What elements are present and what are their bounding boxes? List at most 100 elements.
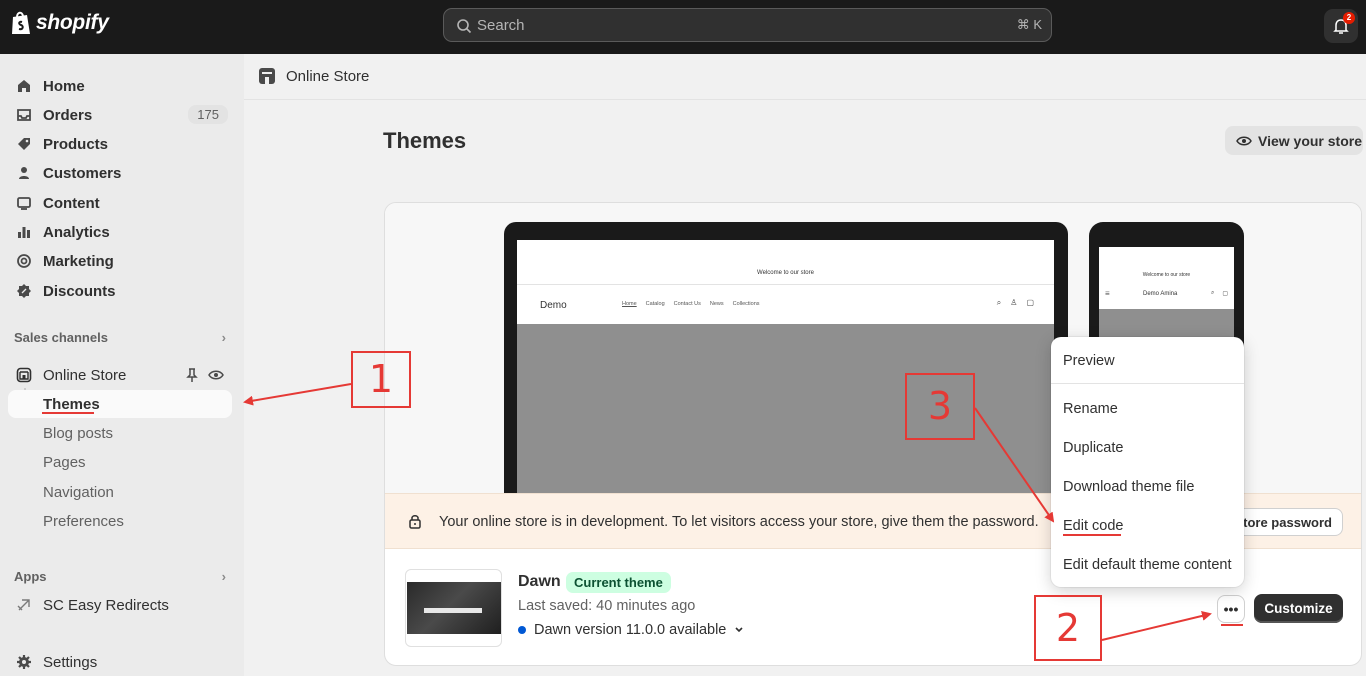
sidebar-item-label: Settings xyxy=(43,653,98,671)
phone-logo: Demo Amina xyxy=(1143,291,1178,297)
banner-text: Your online store is in development. To … xyxy=(439,514,1039,530)
annotation-underline-more xyxy=(1221,624,1243,626)
menu-item-preview[interactable]: Preview xyxy=(1063,353,1115,369)
hamburger-icon: ≡ xyxy=(1105,289,1110,298)
search-bar[interactable]: ⌘ K xyxy=(443,8,1052,42)
sidebar-item-label: Content xyxy=(43,194,100,212)
last-saved-text: Last saved: 40 minutes ago xyxy=(518,598,696,614)
sidebar-item-blog-posts[interactable]: Blog posts xyxy=(8,419,232,447)
current-theme-badge: Current theme xyxy=(566,572,671,593)
pin-icon[interactable] xyxy=(184,367,200,383)
sales-channels-heading[interactable]: Sales channels › xyxy=(14,330,226,345)
lock-icon xyxy=(409,515,421,529)
inbox-icon xyxy=(17,109,31,121)
search-icon: ⌕ xyxy=(996,298,1002,307)
annotation-box-1: 1 xyxy=(351,351,411,408)
eye-icon[interactable] xyxy=(208,367,224,383)
preview-nav-item: Collections xyxy=(732,301,760,307)
version-text: Dawn version 11.0.0 available xyxy=(534,622,727,638)
customize-button[interactable]: Customize xyxy=(1254,594,1343,623)
sidebar-item-label: Analytics xyxy=(43,223,110,241)
sidebar-item-label: Orders xyxy=(43,106,93,124)
shopify-logo[interactable]: shopify xyxy=(10,10,109,36)
phone-announcement: Welcome to our store xyxy=(1142,272,1191,278)
theme-thumbnail[interactable] xyxy=(405,569,502,647)
menu-item-download[interactable]: Download theme file xyxy=(1063,479,1194,495)
preview-divider xyxy=(517,284,1054,285)
menu-item-rename[interactable]: Rename xyxy=(1063,401,1118,417)
more-actions-button[interactable]: ••• xyxy=(1217,595,1245,623)
content-icon xyxy=(17,197,31,210)
sidebar-item-label: Pages xyxy=(43,453,86,471)
top-bar: shopify ⌘ K 2 xyxy=(0,0,1366,54)
sidebar-item-sc-easy-redirects[interactable]: SC Easy Redirects xyxy=(8,591,232,619)
logo-text: shopify xyxy=(36,11,109,34)
sidebar-item-analytics[interactable]: Analytics xyxy=(8,218,232,246)
page-title: Themes xyxy=(383,128,467,153)
notifications-button[interactable]: 2 xyxy=(1324,9,1358,43)
annotation-box-3: 3 xyxy=(905,373,975,440)
search-input[interactable] xyxy=(477,9,977,41)
sidebar-item-customers[interactable]: Customers xyxy=(8,159,232,187)
sidebar-item-settings[interactable]: Settings xyxy=(8,648,232,676)
sidebar-item-marketing[interactable]: Marketing xyxy=(8,247,232,275)
bar-chart-icon xyxy=(18,227,30,238)
sidebar-item-preferences[interactable]: Preferences xyxy=(8,507,232,535)
store-icon xyxy=(16,367,32,383)
version-update-toggle[interactable]: Dawn version 11.0.0 available xyxy=(518,622,744,638)
chevron-right-icon: › xyxy=(221,569,226,584)
sidebar-item-online-store[interactable]: Online Store xyxy=(8,361,232,389)
cart-icon: ▢ xyxy=(1222,291,1228,297)
sidebar-item-orders[interactable]: Orders 175 xyxy=(8,101,232,129)
phone-header-preview: Welcome to our store ≡ Demo Amina ⌕ ▢ xyxy=(1099,247,1234,309)
sidebar-item-label: SC Easy Redirects xyxy=(43,596,169,614)
sidebar: Home Orders 175 Products Customers Conte… xyxy=(0,54,244,676)
laptop-mockup: Welcome to our store Demo Home Catalog C… xyxy=(504,222,1068,502)
sidebar-item-label: Discounts xyxy=(43,282,116,300)
theme-name: Dawn xyxy=(518,573,561,590)
laptop-screen: Welcome to our store Demo Home Catalog C… xyxy=(517,240,1054,500)
preview-nav-item: Catalog xyxy=(645,301,665,307)
annotation-arrow-1 xyxy=(243,383,352,406)
thumbnail-caption xyxy=(424,608,482,613)
sidebar-item-label: Navigation xyxy=(43,483,114,501)
annotation-underline-edit-code xyxy=(1063,534,1121,536)
sidebar-item-navigation[interactable]: Navigation xyxy=(8,478,232,506)
target-icon xyxy=(17,254,31,268)
sidebar-item-label: Customers xyxy=(43,164,122,182)
redirect-app-icon xyxy=(17,599,30,611)
store-icon xyxy=(259,68,275,84)
chevron-right-icon: › xyxy=(221,330,226,345)
shopify-bag-icon xyxy=(12,11,30,34)
annotation-underline-themes xyxy=(42,412,94,414)
apps-heading[interactable]: Apps › xyxy=(14,569,226,584)
view-store-button[interactable]: View your store xyxy=(1225,126,1363,155)
sidebar-item-content[interactable]: Content xyxy=(8,189,232,217)
menu-item-edit-default-content[interactable]: Edit default theme content xyxy=(1063,557,1231,573)
sidebar-item-pages[interactable]: Pages xyxy=(8,448,232,476)
menu-item-duplicate[interactable]: Duplicate xyxy=(1063,440,1123,456)
sidebar-item-label: Blog posts xyxy=(43,424,114,442)
header-divider xyxy=(244,99,1366,100)
sidebar-item-label: Online Store xyxy=(43,366,127,384)
preview-nav-item: Home xyxy=(622,301,637,307)
menu-item-edit-code[interactable]: Edit code xyxy=(1063,518,1123,534)
account-icon: ♙ xyxy=(1010,298,1018,307)
sidebar-item-discounts[interactable]: Discounts xyxy=(8,277,232,305)
sidebar-item-label: Themes xyxy=(43,395,100,413)
sidebar-item-label: Home xyxy=(43,77,85,95)
sidebar-item-label: Products xyxy=(43,135,109,153)
sidebar-item-products[interactable]: Products xyxy=(8,130,232,158)
preview-header-icons: ⌕ ♙ ▢ xyxy=(997,298,1034,308)
breadcrumb[interactable]: Online Store xyxy=(258,67,369,85)
search-icon xyxy=(457,19,472,34)
menu-divider xyxy=(1051,383,1244,384)
home-icon xyxy=(18,80,30,92)
chevron-down-icon xyxy=(735,627,743,633)
store-header-preview: Welcome to our store Demo Home Catalog C… xyxy=(517,240,1054,324)
sidebar-item-home[interactable]: Home xyxy=(8,72,232,100)
orders-count-badge: 175 xyxy=(188,105,228,124)
update-dot-icon xyxy=(518,626,526,634)
sidebar-item-label: Marketing xyxy=(43,252,114,270)
theme-actions-menu: Preview Rename Duplicate Download theme … xyxy=(1051,337,1244,587)
